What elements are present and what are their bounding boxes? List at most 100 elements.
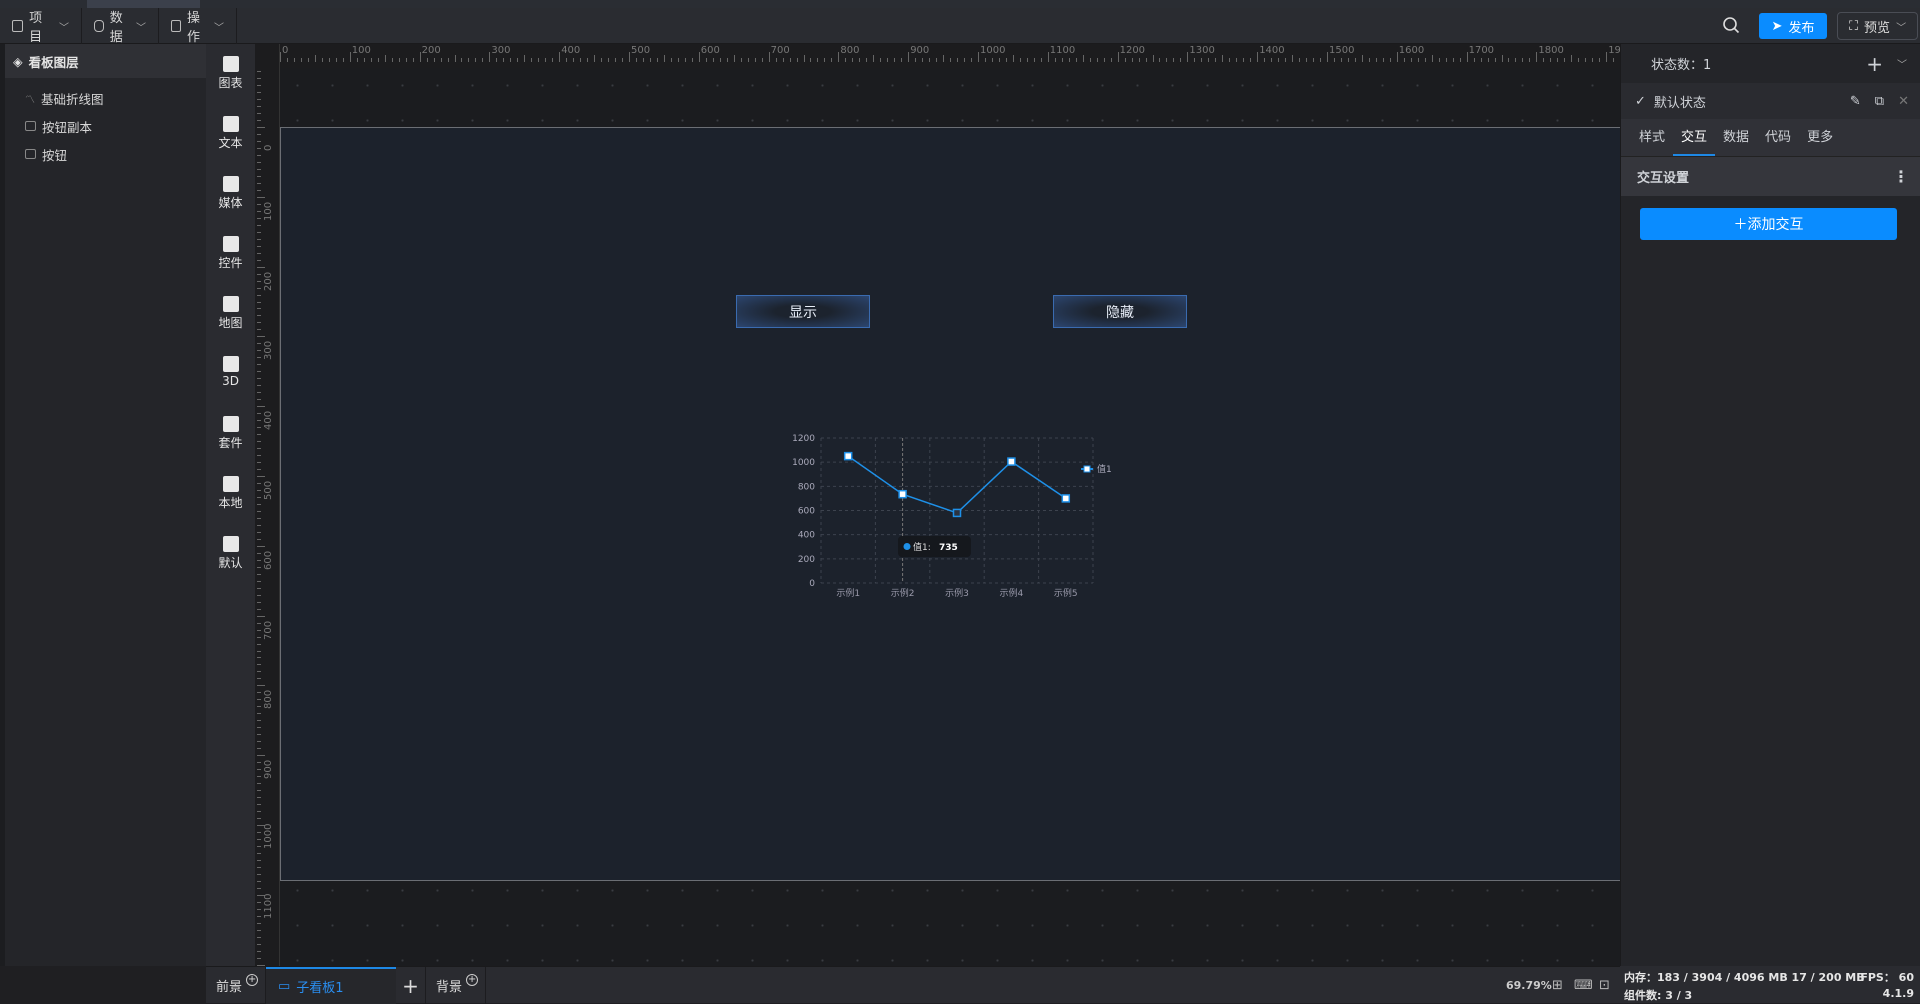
ruler-tick	[1201, 58, 1203, 62]
tab-2[interactable]: 数据	[1715, 119, 1757, 156]
ruler-tick	[1557, 58, 1559, 62]
ruler-tick	[257, 769, 261, 771]
ruler-tick	[1299, 58, 1301, 62]
chevron-down-icon[interactable]: ﹀	[1897, 56, 1907, 71]
window-tab[interactable]	[87, 0, 200, 8]
ruler-tick	[1494, 58, 1496, 62]
ruler-tick	[257, 720, 261, 722]
ruler-tick	[538, 58, 540, 62]
ruler-tick	[817, 58, 819, 62]
ruler-tick	[1606, 52, 1608, 62]
ruler-tick	[698, 52, 700, 62]
layer-item-button[interactable]: 按钮	[5, 140, 206, 168]
default-state-row[interactable]: ✓ 默认状态 ✎ ⧉ ✕	[1621, 83, 1920, 119]
tab-0[interactable]: 样式	[1631, 119, 1673, 156]
fit-screen-icon[interactable]: ⊞	[1552, 967, 1563, 1004]
tab-3[interactable]: 代码	[1757, 119, 1799, 156]
add-circle-icon[interactable]: +	[466, 973, 479, 986]
ruler-tick	[257, 427, 261, 429]
tab-4[interactable]: 更多	[1799, 119, 1841, 156]
ruler-tick	[257, 657, 261, 659]
ruler-tick	[1361, 55, 1363, 62]
tool-icon	[222, 176, 239, 192]
ruler-tick	[257, 482, 261, 484]
foreground-tab[interactable]: 前景 +	[206, 967, 266, 1004]
ruler-tick	[1333, 58, 1335, 62]
tool-2[interactable]: 媒体	[206, 176, 255, 211]
ruler-tick	[810, 58, 812, 62]
close-icon[interactable]: ✕	[1898, 94, 1909, 109]
ruler-tick	[984, 58, 986, 62]
ruler-tick	[1452, 58, 1454, 62]
menu-label: 操作	[187, 11, 201, 45]
ruler-label: 1500	[1329, 45, 1355, 56]
ruler-tick	[335, 58, 337, 62]
edit-icon[interactable]: ✎	[1850, 94, 1861, 109]
ruler-tick	[1271, 58, 1273, 62]
tool-3[interactable]: 控件	[206, 236, 255, 271]
subboard-label: 子看板1	[296, 981, 344, 996]
tool-4[interactable]: 地图	[206, 296, 255, 331]
ruler-tick	[524, 55, 526, 62]
ruler-tick	[559, 52, 561, 62]
ruler-tick	[257, 336, 265, 338]
tool-label: 本地	[218, 496, 243, 510]
tooltip-value: 735	[939, 543, 958, 553]
ruler-tick	[257, 154, 261, 156]
ruler-label: 600	[263, 550, 274, 570]
tool-5[interactable]: 3D	[206, 356, 255, 388]
menu-data[interactable]: 数据 ﹀	[82, 8, 159, 45]
more-vertical-icon[interactable]: ⋮	[1893, 167, 1909, 186]
ruler-tick	[257, 413, 261, 415]
preview-button[interactable]: ⛶ 预览 ﹀	[1837, 12, 1918, 40]
ruler-tick	[257, 434, 261, 436]
tool-0[interactable]: 图表	[206, 56, 255, 91]
tool-7[interactable]: 本地	[206, 476, 255, 511]
tool-icon	[222, 536, 239, 552]
add-circle-icon[interactable]: +	[246, 973, 259, 986]
copy-icon[interactable]: ⧉	[1875, 94, 1884, 109]
ruler-tick	[936, 58, 938, 62]
menu-project[interactable]: 项目 ﹀	[0, 8, 82, 45]
chevron-down-icon: ﹀	[214, 22, 224, 34]
ruler-tick	[257, 664, 261, 666]
line-chart[interactable]: 0 200 400 600 800 1000 1200 示例1 示例2 示例3 示例4 示例5 值1 值1…	[281, 128, 1620, 882]
ruler-tick	[1340, 58, 1342, 62]
terminal-icon[interactable]: ⊡	[1599, 967, 1610, 1004]
ruler-tick	[257, 601, 261, 603]
add-state-icon[interactable]: +	[1866, 52, 1883, 76]
ruler-tick	[1613, 58, 1615, 62]
ruler-tick	[257, 636, 261, 638]
add-interaction-button[interactable]: ＋添加交互	[1640, 208, 1897, 240]
vertical-ruler: 0 100 200 300 400 500 600 700 800 900 1000 1100	[255, 44, 280, 994]
state-count-row: 状态数：1 + ﹀	[1621, 44, 1920, 83]
menu-operations[interactable]: 操作 ﹀	[159, 8, 237, 45]
ruler-tick	[635, 58, 637, 62]
interaction-settings-header: 交互设置 ⋮	[1621, 156, 1920, 196]
ruler-label: 1700	[1468, 45, 1495, 56]
ruler-tick	[257, 922, 261, 924]
ruler-label: 0	[263, 144, 274, 151]
tool-8[interactable]: 默认	[206, 536, 255, 571]
data-point	[1007, 457, 1016, 466]
ruler-tick	[1229, 58, 1231, 62]
search-icon[interactable]	[1722, 16, 1740, 34]
publish-button[interactable]: ➤ 发布	[1759, 13, 1827, 39]
ruler-tick	[587, 58, 589, 62]
ruler-tick	[257, 127, 265, 128]
ruler-tick	[257, 643, 261, 645]
add-tab-button[interactable]: +	[396, 967, 426, 1004]
background-tab[interactable]: 背景 +	[426, 967, 486, 1004]
tool-6[interactable]: 套件	[206, 416, 255, 451]
ruler-tick	[1173, 58, 1175, 62]
tab-1[interactable]: 交互	[1673, 119, 1716, 156]
subboard-tab[interactable]: ▭ 子看板1	[266, 967, 396, 1004]
ruler-tick	[1236, 58, 1238, 62]
x-tick-label: 示例3	[945, 587, 969, 599]
keyboard-icon[interactable]: ⌨	[1574, 967, 1593, 1004]
dashboard-canvas[interactable]: 显示 隐藏 0 200 400 600 800 1000 1200 示例1 示例2 示例3 示例4 示…	[280, 127, 1620, 881]
layer-item-line-chart[interactable]: 〽基础折线图	[5, 84, 206, 112]
layer-item-button-copy[interactable]: 按钮副本	[5, 112, 206, 140]
tool-1[interactable]: 文本	[206, 116, 255, 151]
ruler-tick	[257, 196, 265, 198]
